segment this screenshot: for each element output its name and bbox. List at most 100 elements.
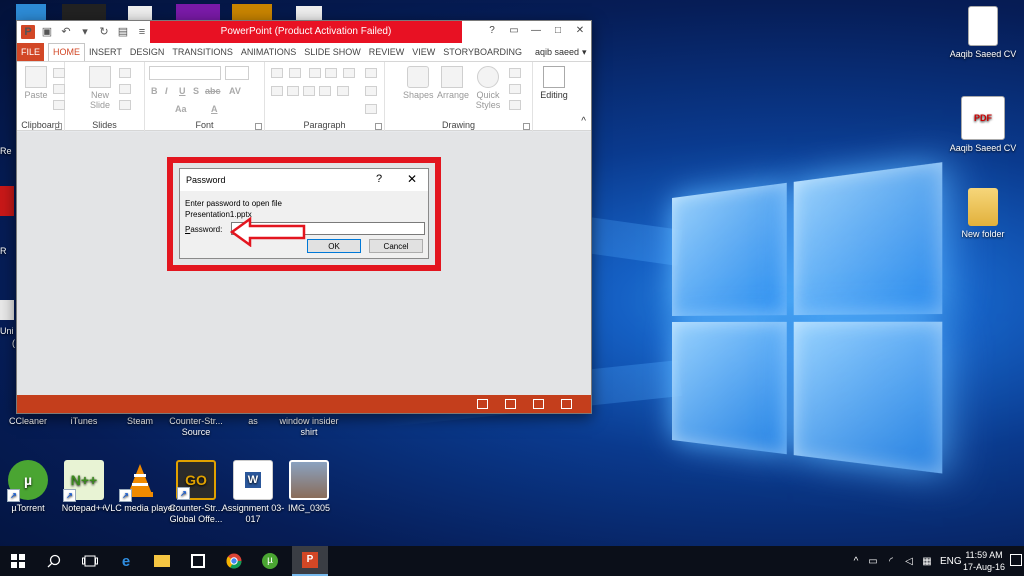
- copy-icon[interactable]: [53, 84, 65, 94]
- powerpoint-logo-icon[interactable]: P: [21, 25, 35, 39]
- taskbar-store[interactable]: [180, 546, 216, 576]
- change-case-button[interactable]: Aa: [175, 104, 187, 114]
- minimize-icon[interactable]: —: [529, 24, 543, 38]
- taskbar-powerpoint[interactable]: P: [292, 546, 328, 576]
- justify-icon[interactable]: [319, 86, 331, 96]
- shapes-button[interactable]: Shapes: [403, 66, 434, 100]
- ribbon-display-icon[interactable]: ▭: [507, 24, 521, 38]
- desktop-icon-img0305[interactable]: IMG_0305: [272, 460, 346, 514]
- slideshow-start-icon[interactable]: ▤: [116, 25, 130, 39]
- notification-icon[interactable]: [1010, 554, 1022, 566]
- char-spacing-button[interactable]: AV: [229, 86, 241, 96]
- dialog-close-button[interactable]: ✕: [407, 172, 417, 186]
- partial-icon[interactable]: [0, 186, 14, 216]
- task-view-button[interactable]: [72, 546, 108, 576]
- volume-icon[interactable]: ◁: [900, 556, 918, 567]
- redo-icon[interactable]: ↻: [97, 25, 111, 39]
- reading-view-icon[interactable]: [533, 399, 544, 409]
- italic-button[interactable]: I: [165, 86, 168, 96]
- reset-icon[interactable]: [119, 84, 131, 94]
- layout-icon[interactable]: [119, 68, 131, 78]
- taskbar-chrome[interactable]: [216, 546, 252, 576]
- partial-icon[interactable]: [176, 4, 220, 20]
- maximize-icon[interactable]: □: [551, 24, 565, 38]
- partial-icon[interactable]: [0, 300, 14, 320]
- language-indicator[interactable]: ENG: [940, 556, 962, 567]
- partial-icon[interactable]: [232, 4, 272, 20]
- text-direction-icon[interactable]: [365, 68, 377, 78]
- partial-icon[interactable]: [296, 6, 322, 20]
- arrange-button[interactable]: Arrange: [437, 66, 469, 100]
- desktop-icon-cv-2[interactable]: PDF Aaqib Saeed CV: [946, 96, 1020, 154]
- collapse-ribbon-icon[interactable]: ^: [581, 116, 586, 127]
- user-account[interactable]: aqib saeed: [532, 43, 582, 61]
- cut-icon[interactable]: [53, 68, 65, 78]
- chevron-up-icon[interactable]: ^: [848, 556, 864, 567]
- dialog-launcher-icon[interactable]: [523, 123, 530, 130]
- tab-design[interactable]: DESIGN: [126, 43, 169, 61]
- paste-button[interactable]: Paste: [21, 66, 51, 100]
- quick-styles-button[interactable]: Quick Styles: [473, 66, 503, 110]
- edge-label[interactable]: R: [0, 246, 7, 256]
- tab-insert[interactable]: INSERT: [85, 43, 126, 61]
- bold-button[interactable]: B: [151, 86, 158, 96]
- chevron-down-icon[interactable]: ▾: [78, 25, 92, 39]
- bullets-icon[interactable]: [271, 68, 283, 78]
- help-icon[interactable]: ?: [485, 24, 499, 38]
- numbering-icon[interactable]: [289, 68, 301, 78]
- clock[interactable]: 11:59 AM 17-Aug-16: [962, 549, 1006, 573]
- customize-qat-icon[interactable]: ≡: [135, 25, 149, 39]
- wifi-icon[interactable]: ◜: [882, 556, 900, 567]
- partial-icon[interactable]: [62, 4, 106, 20]
- edge-label[interactable]: Re: [0, 146, 12, 156]
- editing-button[interactable]: Editing: [539, 66, 569, 100]
- desktop-label-window-insider-shirt[interactable]: window insider shirt: [272, 416, 346, 438]
- tab-transitions[interactable]: TRANSITIONS: [168, 43, 237, 61]
- font-color-button[interactable]: A: [211, 104, 218, 114]
- slide-sorter-icon[interactable]: [505, 399, 516, 409]
- tab-file[interactable]: FILE: [17, 43, 45, 61]
- partial-icon[interactable]: [128, 6, 152, 20]
- new-slide-button[interactable]: New Slide: [85, 66, 115, 110]
- slide-show-icon[interactable]: [561, 399, 572, 409]
- desktop-icon-new-folder[interactable]: New folder: [946, 188, 1020, 240]
- desktop-icon-cv-1[interactable]: Aaqib Saeed CV: [946, 6, 1020, 60]
- format-painter-icon[interactable]: [53, 100, 65, 110]
- partial-icon[interactable]: [16, 4, 46, 20]
- search-button[interactable]: [36, 546, 72, 576]
- underline-button[interactable]: U: [179, 86, 186, 96]
- align-center-icon[interactable]: [287, 86, 299, 96]
- normal-view-icon[interactable]: [477, 399, 488, 409]
- font-size-select[interactable]: [225, 66, 249, 80]
- taskbar-utorrent[interactable]: µ: [252, 546, 288, 576]
- battery-icon[interactable]: ▭: [864, 556, 882, 567]
- increase-indent-icon[interactable]: [325, 68, 337, 78]
- shadow-button[interactable]: S: [193, 86, 199, 96]
- smartart-icon[interactable]: [365, 104, 377, 114]
- ok-button[interactable]: OK: [307, 239, 361, 253]
- dialog-launcher-icon[interactable]: [375, 123, 382, 130]
- taskbar-edge[interactable]: e: [108, 546, 144, 576]
- tab-storyboarding[interactable]: STORYBOARDING: [439, 43, 526, 61]
- tab-home[interactable]: HOME: [48, 43, 86, 61]
- decrease-indent-icon[interactable]: [309, 68, 321, 78]
- start-button[interactable]: [0, 546, 36, 576]
- save-icon[interactable]: ▣: [40, 25, 54, 39]
- edge-label[interactable]: Uni: [0, 326, 14, 336]
- keyboard-icon[interactable]: ▦: [918, 556, 936, 567]
- align-right-icon[interactable]: [303, 86, 315, 96]
- shape-fill-icon[interactable]: [509, 68, 521, 78]
- align-text-icon[interactable]: [365, 86, 377, 96]
- section-icon[interactable]: [119, 100, 131, 110]
- line-spacing-icon[interactable]: [343, 68, 355, 78]
- tab-slide-show[interactable]: SLIDE SHOW: [300, 43, 365, 61]
- taskbar-file-explorer[interactable]: [144, 546, 180, 576]
- shape-effects-icon[interactable]: [509, 100, 521, 110]
- cancel-button[interactable]: Cancel: [369, 239, 423, 253]
- edge-label[interactable]: (: [12, 338, 15, 348]
- columns-icon[interactable]: [337, 86, 349, 96]
- tab-animations[interactable]: ANIMATIONS: [237, 43, 300, 61]
- align-left-icon[interactable]: [271, 86, 283, 96]
- dialog-launcher-icon[interactable]: [255, 123, 262, 130]
- chevron-down-icon[interactable]: ▾: [582, 43, 587, 61]
